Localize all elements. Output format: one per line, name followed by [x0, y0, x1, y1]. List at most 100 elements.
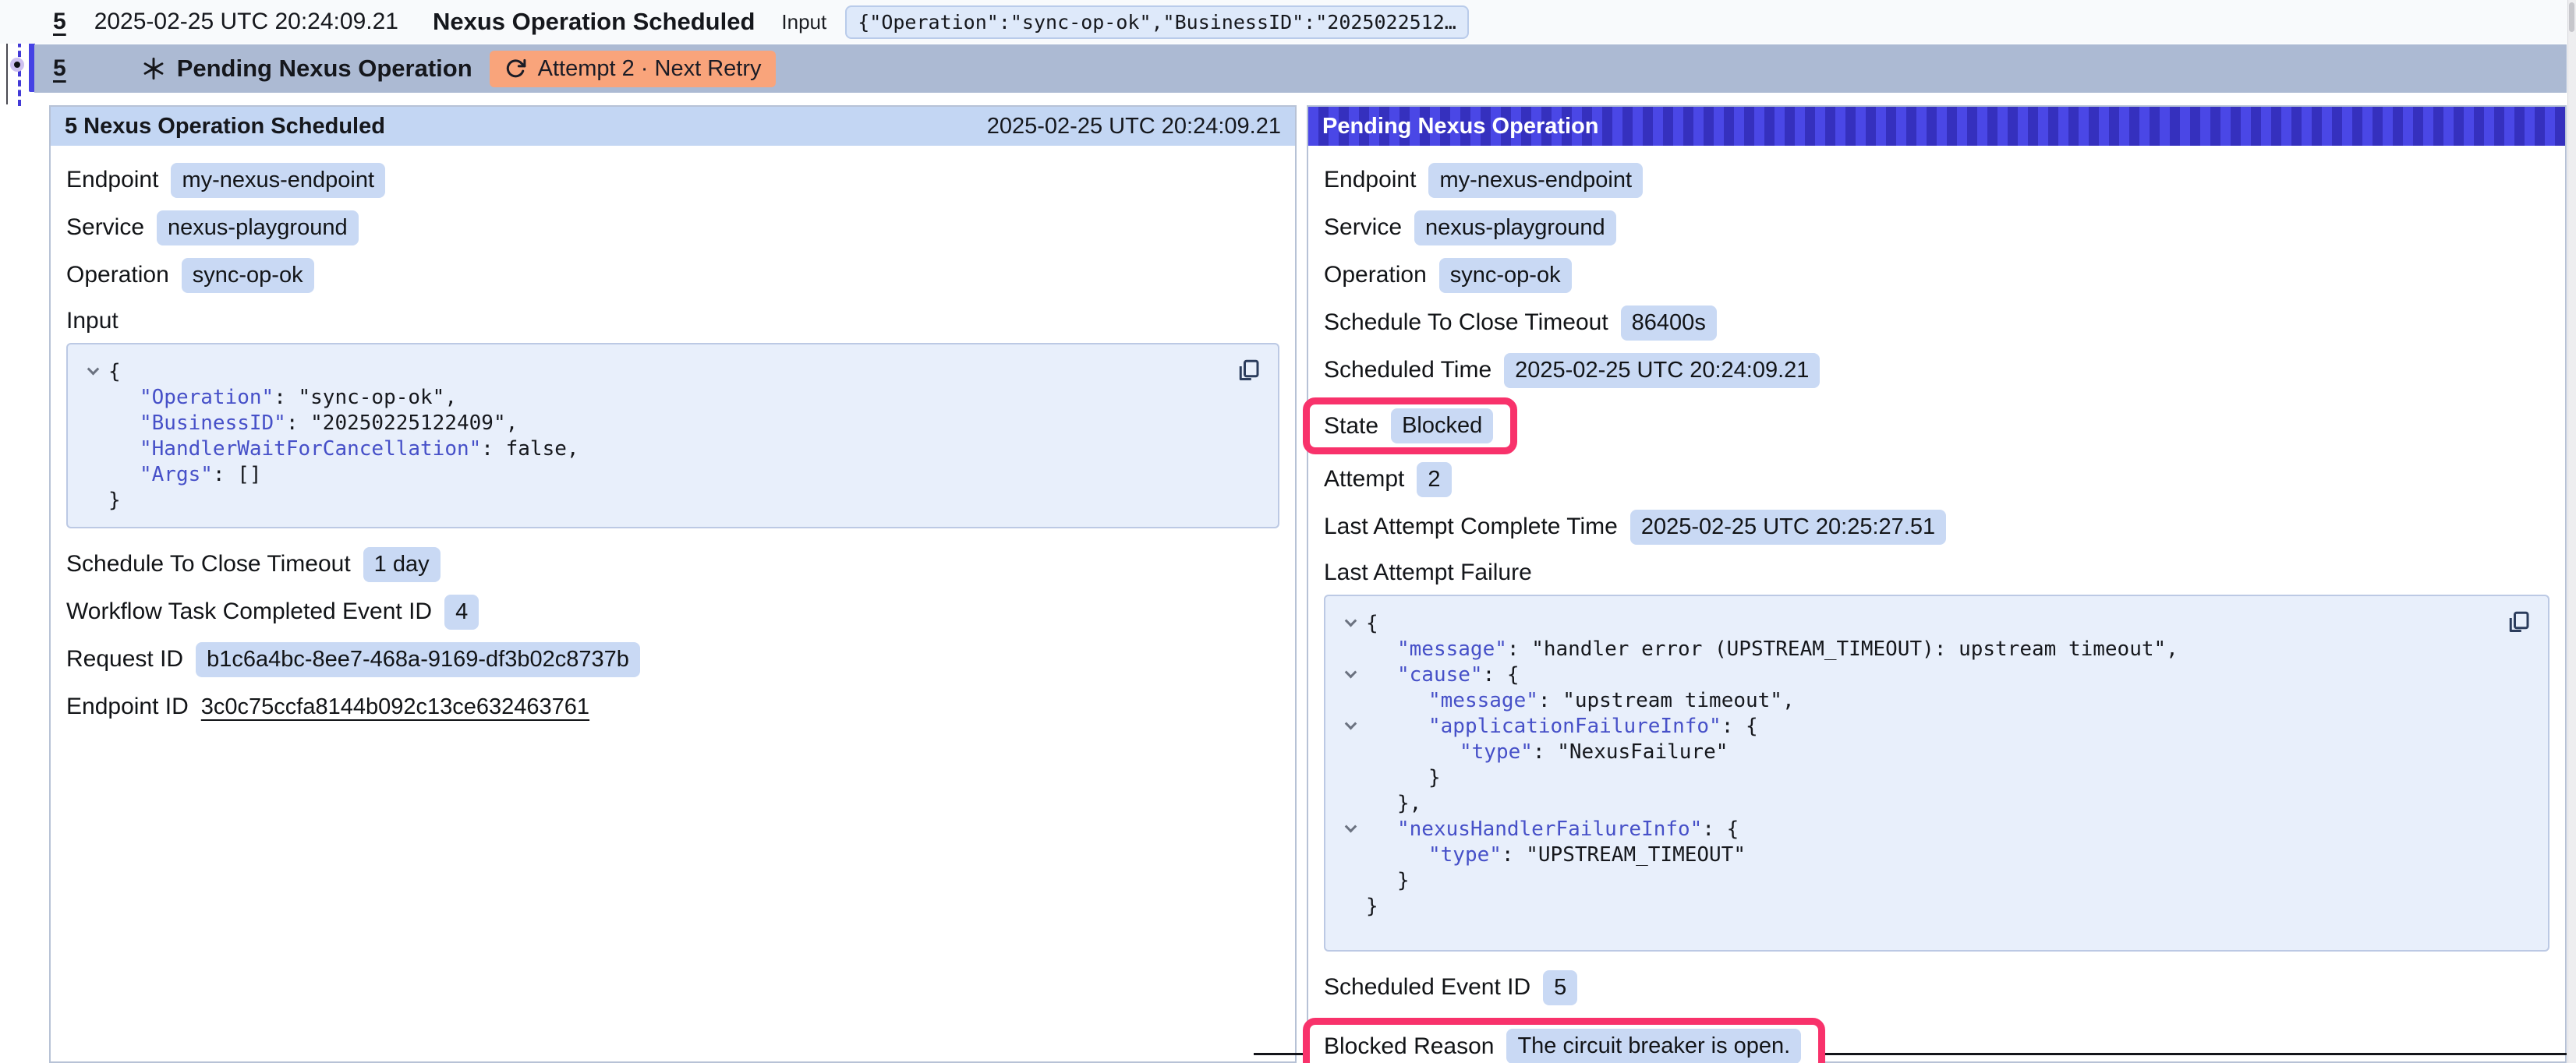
json-line: } — [1335, 893, 2493, 919]
state-value-badge: Blocked — [1391, 408, 1493, 443]
event-history-detail-view: 5 2025-02-25 UTC 20:24:09.21 Nexus Opera… — [0, 0, 2576, 1063]
json-line-text: { — [108, 360, 121, 383]
field-value-badge: 2 — [1417, 462, 1451, 497]
field-label: Operation — [66, 262, 169, 288]
state-field-row: State Blocked — [1324, 397, 2549, 454]
field-value-badge: 2025-02-25 UTC 20:25:27.51 — [1630, 510, 1946, 545]
json-line-text: } — [1397, 869, 1410, 892]
detail-field-row: Attempt 2 — [1324, 462, 2549, 496]
retry-icon — [504, 57, 527, 80]
input-json-viewer: { "Operation": "sync-op-ok", "BusinessID… — [66, 343, 1279, 528]
field-label: Schedule To Close Timeout — [66, 551, 351, 577]
chevron-down-icon[interactable] — [1335, 825, 1366, 833]
field-value-badge: 4 — [444, 595, 479, 630]
scheduled-event-id-field-row: Scheduled Event ID 5 — [1324, 970, 2549, 1005]
chevron-down-icon[interactable] — [1335, 670, 1366, 679]
json-line: } — [1335, 765, 2493, 790]
json-line: { — [1335, 610, 2493, 636]
field-label: Attempt — [1324, 466, 1404, 493]
detail-field-row: Service nexus-playground — [66, 210, 1279, 245]
field-value-badge: sync-op-ok — [182, 258, 314, 293]
pending-fields-top: Endpoint my-nexus-endpoint Service nexus… — [1324, 163, 2549, 387]
json-line: "applicationFailureInfo": { — [1335, 713, 2493, 739]
field-value-badge: 5 — [1543, 970, 1577, 1005]
field-value-badge: 86400s — [1621, 305, 1717, 341]
input-json-lines: { "Operation": "sync-op-ok", "BusinessID… — [77, 358, 1223, 513]
json-line: "cause": { — [1335, 662, 2493, 687]
json-line-text: "type": "NexusFailure" — [1460, 740, 1728, 764]
failure-section-label: Last Attempt Failure — [1324, 557, 2549, 588]
failure-json-viewer: { "message": "handler error (UPSTREAM_TI… — [1324, 595, 2549, 952]
field-value-badge: nexus-playground — [157, 210, 359, 245]
attempt-badge-label: Attempt 2 · Next Retry — [538, 56, 762, 82]
timeline-pending-node-icon[interactable] — [10, 58, 24, 72]
blocked-reason-highlight-box: Blocked Reason The circuit breaker is op… — [1303, 1018, 1825, 1063]
chevron-down-icon[interactable] — [1335, 722, 1366, 730]
json-line-text: "Args": [] — [140, 463, 262, 486]
field-value-badge: my-nexus-endpoint — [171, 163, 385, 198]
json-line: "type": "UPSTREAM_TIMEOUT" — [1335, 842, 2493, 867]
field-value-badge: nexus-playground — [1414, 210, 1616, 245]
detail-field-row: Schedule To Close Timeout 1 day — [66, 547, 1279, 581]
chevron-down-icon[interactable] — [77, 367, 108, 376]
json-line: "nexusHandlerFailureInfo": { — [1335, 816, 2493, 842]
json-line-text: "message": "handler error (UPSTREAM_TIME… — [1397, 637, 2178, 661]
json-line: "message": "upstream timeout", — [1335, 687, 2493, 713]
pending-fields-mid: Attempt 2 Last Attempt Complete Time 202… — [1324, 462, 2549, 544]
blocked-reason-value-badge: The circuit breaker is open. — [1506, 1029, 1801, 1063]
scrollbar-thumb[interactable] — [2569, 2, 2574, 32]
endpoint-id-field-row: Endpoint ID 3c0c75ccfa8144b092c13ce63246… — [66, 690, 1279, 724]
json-line-text: "type": "UPSTREAM_TIMEOUT" — [1428, 843, 1746, 867]
field-label: Schedule To Close Timeout — [1324, 309, 1608, 336]
input-label: Input — [781, 10, 826, 34]
field-value-badge: b1c6a4bc-8ee7-468a-9169-df3b02c8737b — [196, 642, 640, 677]
json-line: "Args": [] — [77, 461, 1223, 487]
json-line-text: "cause": { — [1397, 663, 1520, 687]
event-type-title: Nexus Operation Scheduled — [433, 8, 755, 36]
scheduled-panel-title: 5 Nexus Operation Scheduled — [65, 114, 385, 139]
detail-field-row: Schedule To Close Timeout 86400s — [1324, 305, 2549, 340]
detail-field-row: Request ID b1c6a4bc-8ee7-468a-9169-df3b0… — [66, 642, 1279, 676]
field-label: Service — [1324, 214, 1402, 241]
blocked-reason-field-row: Blocked Reason The circuit breaker is op… — [1324, 1018, 2549, 1063]
json-line-text: "applicationFailureInfo": { — [1428, 715, 1758, 738]
json-line-text: "BusinessID": "20250225122409", — [140, 411, 518, 435]
endpoint-id-link[interactable]: 3c0c75ccfa8144b092c13ce632463761 — [201, 694, 589, 720]
field-label: Last Attempt Complete Time — [1324, 514, 1618, 540]
field-label: Service — [66, 214, 144, 241]
chevron-down-icon[interactable] — [1335, 619, 1366, 627]
scrollbar-track[interactable] — [2567, 0, 2576, 1063]
event-row-scheduled[interactable]: 5 2025-02-25 UTC 20:24:09.21 Nexus Opera… — [0, 0, 2576, 44]
scheduled-panel-header: 5 Nexus Operation Scheduled 2025-02-25 U… — [51, 107, 1295, 146]
json-line: { — [77, 358, 1223, 384]
failure-json-lines: { "message": "handler error (UPSTREAM_TI… — [1335, 610, 2493, 919]
blocked-reason-label: Blocked Reason — [1324, 1033, 1494, 1060]
field-label: Scheduled Event ID — [1324, 974, 1530, 1001]
event-id-link[interactable]: 5 — [53, 9, 66, 35]
json-line-text: { — [1366, 612, 1378, 635]
input-section-label: Input — [66, 305, 1279, 337]
field-label: Scheduled Time — [1324, 357, 1491, 383]
field-label: Endpoint ID — [66, 694, 189, 720]
field-value-badge: 1 day — [363, 547, 441, 582]
json-line: "BusinessID": "20250225122409", — [77, 410, 1223, 436]
detail-field-row: Operation sync-op-ok — [66, 258, 1279, 292]
json-line: }, — [1335, 790, 2493, 816]
copy-icon[interactable] — [2504, 609, 2532, 637]
field-value-badge: my-nexus-endpoint — [1428, 163, 1643, 198]
json-line-text: } — [1428, 766, 1441, 789]
json-line: "message": "handler error (UPSTREAM_TIME… — [1335, 636, 2493, 662]
detail-field-row: Scheduled Time 2025-02-25 UTC 20:24:09.2… — [1324, 353, 2549, 387]
field-value-badge: sync-op-ok — [1439, 258, 1572, 293]
event-row-pending[interactable]: 5 Pending Nexus Operation Attempt 2 · Ne… — [34, 44, 2567, 93]
field-label: Endpoint — [1324, 167, 1416, 193]
json-line-text: "HandlerWaitForCancellation": false, — [140, 437, 579, 461]
detail-field-row: Endpoint my-nexus-endpoint — [1324, 163, 2549, 197]
detail-field-row: Endpoint my-nexus-endpoint — [66, 163, 1279, 197]
pending-event-id-link[interactable]: 5 — [53, 55, 66, 82]
json-line-text: } — [1366, 895, 1378, 918]
input-preview-chip: {"Operation":"sync-op-ok","BusinessID":"… — [845, 5, 1469, 39]
copy-icon[interactable] — [1234, 357, 1262, 385]
json-line: "type": "NexusFailure" — [1335, 739, 2493, 765]
field-label: Endpoint — [66, 167, 158, 193]
